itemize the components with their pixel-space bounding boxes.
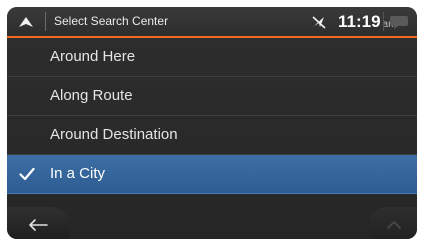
- bottom-bar: [7, 207, 417, 239]
- option-label: Around Destination: [50, 126, 178, 143]
- option-list: Around Here Along Route Around Destinati…: [7, 38, 417, 194]
- option-label: Around Here: [50, 48, 136, 65]
- chevron-up-icon: [387, 221, 401, 229]
- speech-bubble-icon[interactable]: [389, 14, 409, 30]
- header-separator-right: [383, 12, 384, 31]
- page-title: Select Search Center: [54, 14, 169, 28]
- option-label: Along Route: [50, 87, 133, 104]
- option-around-here[interactable]: Around Here: [7, 38, 417, 77]
- checkmark-icon: [19, 167, 35, 181]
- back-button[interactable]: [7, 207, 69, 239]
- clock: 11:19 am: [338, 7, 396, 36]
- header-bar: Select Search Center 11:19 am: [7, 7, 417, 36]
- option-around-destination[interactable]: Around Destination: [7, 116, 417, 155]
- scroll-up-button[interactable]: [369, 207, 417, 239]
- option-along-route[interactable]: Along Route: [7, 77, 417, 116]
- back-arrow-icon: [29, 219, 48, 231]
- header-separator: [45, 12, 46, 31]
- up-arrow-icon: [19, 16, 33, 27]
- option-in-a-city[interactable]: In a City: [7, 155, 417, 194]
- option-label: In a City: [50, 165, 106, 182]
- header-up-button[interactable]: [7, 7, 45, 36]
- clock-time: 11:19: [338, 12, 381, 31]
- gps-off-icon: [312, 16, 326, 29]
- screen: Select Search Center 11:19 am Around Here…: [7, 7, 417, 239]
